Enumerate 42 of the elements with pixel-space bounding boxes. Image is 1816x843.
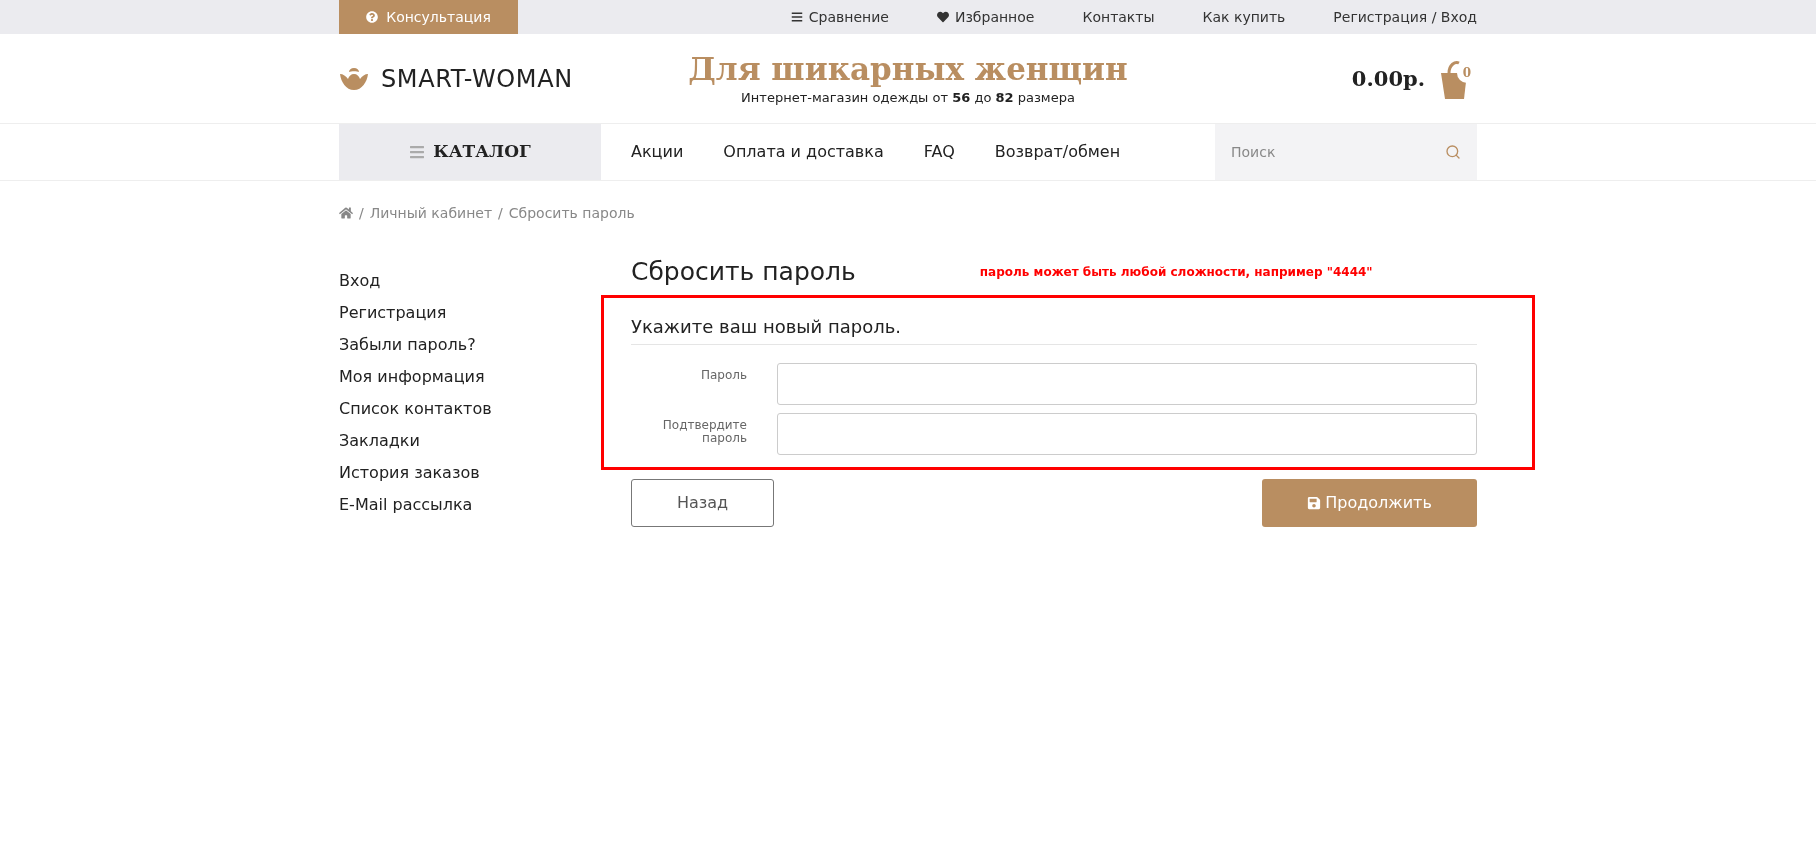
page-title: Сбросить пароль <box>631 257 856 287</box>
tagline: Интернет-магазин одежды от 56 до 82 размера <box>741 88 1075 107</box>
catalog-button[interactable]: КАТАЛОГ <box>339 124 601 180</box>
annotation-note: пароль может быть любой сложности, например "4444" <box>979 264 1373 281</box>
top-link[interactable]: Избранное <box>936 6 1035 28</box>
nav-link[interactable]: Оплата и доставка <box>723 140 884 164</box>
top-link[interactable]: Контакты <box>1082 6 1155 28</box>
search-icon[interactable] <box>1445 144 1461 160</box>
breadcrumb-separator: / <box>498 203 503 223</box>
top-link[interactable]: Как купить <box>1202 6 1286 28</box>
sidebar-link[interactable]: E-Mail рассылка <box>339 489 631 521</box>
menu-icon <box>409 144 426 160</box>
breadcrumb-separator: / <box>359 203 364 223</box>
sidebar-link[interactable]: Забыли пароль? <box>339 329 631 361</box>
field-label: Пароль <box>699 367 748 382</box>
sidebar-link[interactable]: Моя информация <box>339 361 631 393</box>
top-link[interactable]: Сравнение <box>790 6 889 28</box>
home-icon[interactable] <box>339 206 353 220</box>
cart-total[interactable]: 0.00р. <box>1351 62 1425 95</box>
sidebar-link[interactable]: Закладки <box>339 425 631 457</box>
top-link[interactable]: Регистрация / Вход <box>1333 6 1477 28</box>
slogan: Для шикарных женщин <box>688 49 1128 88</box>
sidebar-link[interactable]: Регистрация <box>339 297 631 329</box>
password-field[interactable] <box>777 413 1477 455</box>
sidebar-link[interactable]: Список контактов <box>339 393 631 425</box>
sidebar-link[interactable]: Вход <box>339 265 631 297</box>
save-icon <box>1307 496 1322 510</box>
list-icon <box>790 11 803 23</box>
nav-link[interactable]: Акции <box>631 140 684 164</box>
breadcrumb-link[interactable]: Личный кабинет <box>369 202 493 224</box>
nav-link[interactable]: FAQ <box>923 140 955 164</box>
back-button[interactable]: Назад <box>631 479 774 527</box>
form-subtitle: Укажите ваш новый пароль. <box>631 312 1477 345</box>
question-icon <box>366 11 379 23</box>
logo-text[interactable]: SMART-WOMAN <box>381 60 573 97</box>
heart-icon <box>936 11 949 23</box>
password-field[interactable] <box>777 363 1477 405</box>
field-label: Подтвердите пароль <box>661 417 748 445</box>
nav-link[interactable]: Возврат/обмен <box>994 140 1121 164</box>
breadcrumb-link[interactable]: Сбросить пароль <box>508 202 635 224</box>
sidebar-link[interactable]: История заказов <box>339 457 631 489</box>
search-field[interactable]: Поиск <box>1215 124 1477 180</box>
